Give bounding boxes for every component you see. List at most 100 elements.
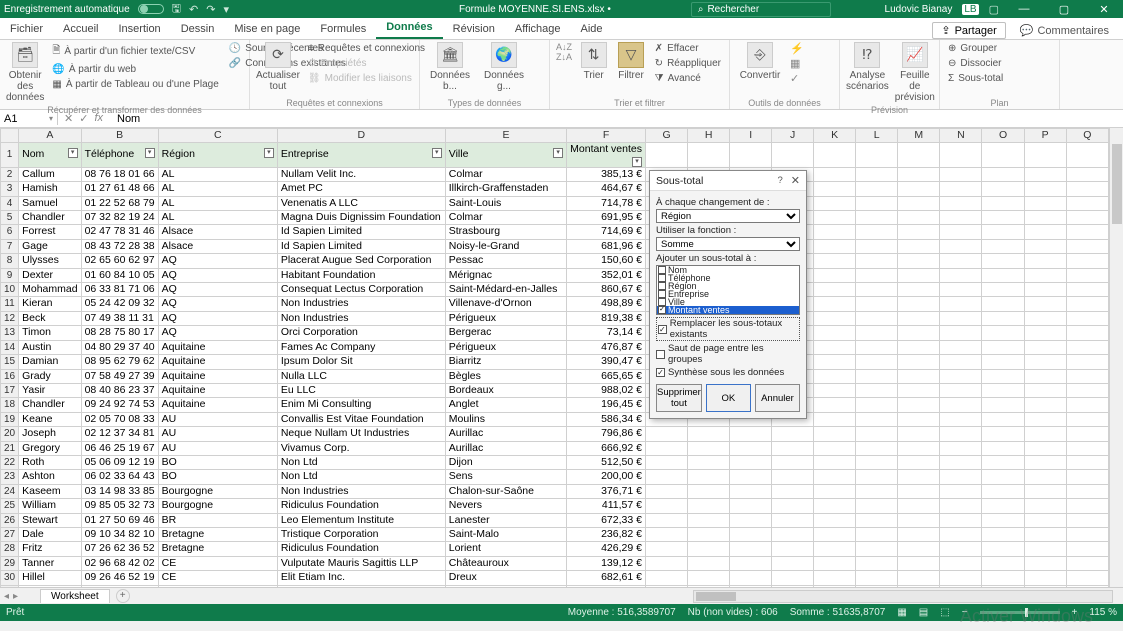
cell[interactable]: 196,45 €	[567, 398, 646, 412]
cell[interactable]: Chandler	[19, 211, 81, 225]
row-header[interactable]: 15	[1, 355, 19, 369]
help-icon[interactable]: ?	[777, 175, 782, 186]
cell[interactable]: Vulputate Mauris Sagittis LLP	[277, 556, 445, 570]
cell[interactable]: Pessac	[445, 254, 566, 268]
column-header[interactable]: K	[814, 129, 856, 143]
cell[interactable]: Tristique Corporation	[277, 527, 445, 541]
cell[interactable]: Yasir	[19, 383, 81, 397]
refresh-all-button[interactable]: ⟳Actualiser tout	[256, 42, 300, 92]
row-header[interactable]: 2	[1, 167, 19, 181]
row-header[interactable]: 20	[1, 427, 19, 441]
cell[interactable]: 06 33 81 71 06	[81, 283, 158, 297]
tab-mise-en-page[interactable]: Mise en page	[224, 20, 310, 39]
cell[interactable]: Strasbourg	[445, 225, 566, 239]
zoom-out-button[interactable]: −	[962, 607, 968, 618]
row-header[interactable]: 8	[1, 254, 19, 268]
cell[interactable]: Non Industries	[277, 311, 445, 325]
column-header[interactable]: J	[772, 129, 814, 143]
cell[interactable]: 06 46 25 19 67	[81, 441, 158, 455]
column-header[interactable]: E	[445, 129, 566, 143]
cell[interactable]: Nullam Velit Inc.	[277, 167, 445, 181]
row-header[interactable]: 6	[1, 225, 19, 239]
cell[interactable]: Bègles	[445, 369, 566, 383]
cell[interactable]: 08 43 72 28 38	[81, 239, 158, 253]
cell[interactable]: 796,86 €	[567, 427, 646, 441]
cell[interactable]: Roth	[19, 455, 81, 469]
zoom-level[interactable]: 115 %	[1089, 607, 1117, 618]
view-layout-icon[interactable]: ▤	[919, 607, 928, 618]
cell[interactable]: Damian	[19, 355, 81, 369]
cell[interactable]: Enim Mi Consulting	[277, 398, 445, 412]
row-header[interactable]: 21	[1, 441, 19, 455]
cell[interactable]: 02 65 60 62 97	[81, 254, 158, 268]
grid[interactable]: ABCDEFGHIJKLMNOPQ1Nom▾Téléphone▾Région▾E…	[0, 128, 1109, 587]
cell[interactable]: Hillel	[19, 571, 81, 585]
cell[interactable]: 01 27 61 48 66	[81, 182, 158, 196]
cell[interactable]: Aquitaine	[158, 398, 277, 412]
zoom-in-button[interactable]: +	[1072, 607, 1078, 618]
cell[interactable]: Beck	[19, 311, 81, 325]
cell[interactable]: Biarritz	[445, 355, 566, 369]
cell[interactable]: 08 28 75 80 17	[81, 326, 158, 340]
cell[interactable]: 07 32 82 19 24	[81, 211, 158, 225]
table-header-cell[interactable]: Région▾	[158, 143, 277, 167]
cell[interactable]: 08 76 18 01 66	[81, 167, 158, 181]
cell[interactable]: Alsace	[158, 225, 277, 239]
cancel-button[interactable]: Annuler	[755, 384, 800, 412]
filter-dropdown-icon[interactable]: ▾	[264, 148, 274, 158]
row-header[interactable]: 28	[1, 542, 19, 556]
sort-az-icon[interactable]: A↓Z	[556, 42, 572, 52]
page-break-checkbox[interactable]: Saut de page entre les groupes	[656, 343, 800, 365]
cell[interactable]: Moulins	[445, 412, 566, 426]
maximize-button[interactable]: ▢	[1049, 3, 1079, 16]
cell[interactable]: Amet PC	[277, 182, 445, 196]
filter-dropdown-icon[interactable]: ▾	[432, 148, 442, 158]
cell[interactable]: Hamish	[19, 182, 81, 196]
cell[interactable]: Id Sapien Limited	[277, 239, 445, 253]
row-header[interactable]: 4	[1, 196, 19, 210]
cell[interactable]: Bourgogne	[158, 499, 277, 513]
cell[interactable]: Ashton	[19, 470, 81, 484]
cell[interactable]: 426,29 €	[567, 542, 646, 556]
use-function-select[interactable]: Somme	[656, 237, 800, 251]
column-header[interactable]: P	[1024, 129, 1066, 143]
cell[interactable]: Magna Duis Dignissim Foundation	[277, 211, 445, 225]
list-item[interactable]: ✓Montant ventes	[657, 306, 799, 314]
save-icon[interactable]: 🖫	[172, 0, 181, 19]
cell[interactable]: 05 24 42 09 32	[81, 297, 158, 311]
table-header-cell[interactable]: Entreprise▾	[277, 143, 445, 167]
cell[interactable]: 691,95 €	[567, 211, 646, 225]
cell[interactable]: AQ	[158, 311, 277, 325]
cell[interactable]: AU	[158, 412, 277, 426]
row-header[interactable]: 5	[1, 211, 19, 225]
cell[interactable]: Joseph	[19, 427, 81, 441]
row-header[interactable]: 23	[1, 470, 19, 484]
name-box[interactable]: A1▾	[0, 113, 58, 125]
cell[interactable]: AQ	[158, 326, 277, 340]
horizontal-scrollbar[interactable]	[693, 590, 1113, 603]
stock-type-button[interactable]: 🏛Données b...	[426, 42, 474, 92]
row-header[interactable]: 18	[1, 398, 19, 412]
row-header[interactable]: 26	[1, 513, 19, 527]
ribbon-display-icon[interactable]: ▢	[989, 3, 999, 16]
redo-icon[interactable]: ↷	[206, 3, 215, 16]
filter-dropdown-icon[interactable]: ▾	[145, 148, 155, 158]
column-header[interactable]: A	[19, 129, 81, 143]
search-box[interactable]: ⌕ Rechercher	[691, 2, 831, 17]
cell[interactable]: Kieran	[19, 297, 81, 311]
geo-type-button[interactable]: 🌍Données g...	[480, 42, 528, 92]
cell[interactable]: 714,69 €	[567, 225, 646, 239]
cell[interactable]: Non Ltd	[277, 470, 445, 484]
row-header[interactable]: 29	[1, 556, 19, 570]
row-header[interactable]: 9	[1, 268, 19, 282]
sort-za-icon[interactable]: Z↓A	[556, 52, 572, 62]
cell[interactable]: BO	[158, 470, 277, 484]
cell[interactable]: Colmar	[445, 167, 566, 181]
column-header[interactable]: G	[645, 129, 687, 143]
row-header[interactable]: 22	[1, 455, 19, 469]
row-header[interactable]: 27	[1, 527, 19, 541]
autosave-toggle[interactable]	[138, 4, 164, 14]
cell[interactable]: AL	[158, 182, 277, 196]
cell[interactable]: 682,61 €	[567, 571, 646, 585]
tab-donnees[interactable]: Données	[376, 18, 442, 39]
